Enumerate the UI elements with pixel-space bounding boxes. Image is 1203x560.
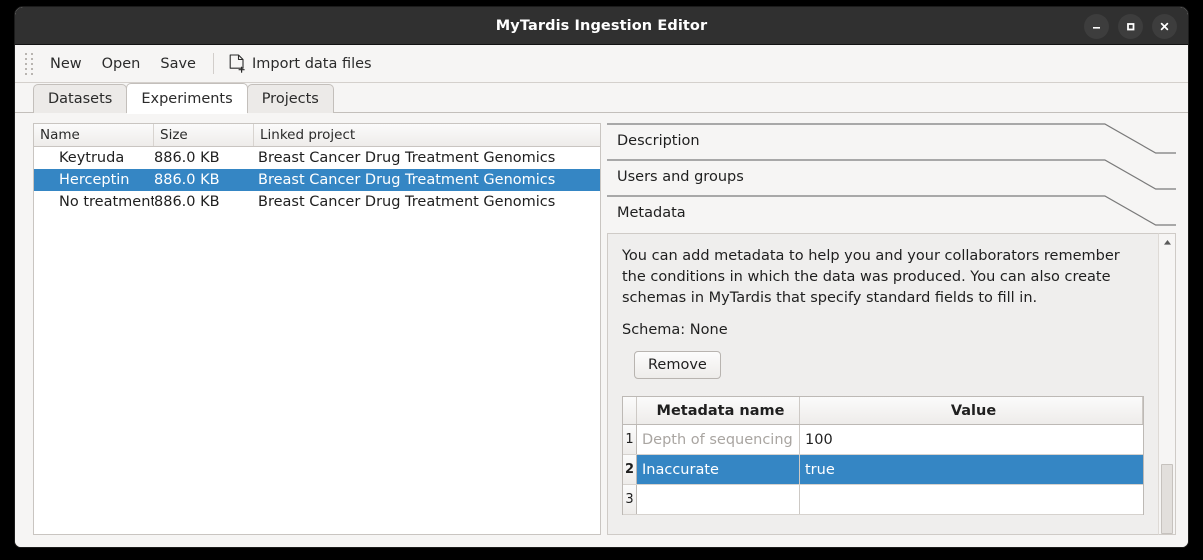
column-header-linked-project[interactable]: Linked project	[254, 124, 600, 146]
cell-size: 886.0 KB	[154, 194, 220, 210]
save-button[interactable]: Save	[150, 52, 206, 76]
metadata-table: Metadata name Value 1 Depth of sequencin…	[622, 396, 1144, 516]
cell-linked-project: Breast Cancer Drug Treatment Genomics	[258, 172, 556, 188]
tab-experiments[interactable]: Experiments	[126, 83, 248, 114]
metadata-name-input[interactable]	[637, 485, 800, 515]
expander-users-and-groups[interactable]: Users and groups	[607, 159, 1176, 195]
cell-name: Keytruda	[59, 150, 125, 166]
expander-description[interactable]: Description	[607, 123, 1176, 159]
title-bar: MyTardis Ingestion Editor	[15, 7, 1188, 45]
metadata-value-input[interactable]	[800, 485, 1143, 514]
scrollbar-thumb[interactable]	[1161, 464, 1173, 534]
toolbar: New Open Save Import data files	[15, 45, 1188, 83]
cell-name: Herceptin	[59, 172, 130, 188]
scrollbar-track[interactable]	[1161, 249, 1173, 534]
application-window: MyTardis Ingestion Editor New Open Save …	[14, 6, 1189, 548]
table-row[interactable]: Keytruda 886.0 KB Breast Cancer Drug Tre…	[34, 147, 600, 169]
metadata-description: You can add metadata to help you and you…	[622, 248, 1120, 307]
expander-label: Description	[617, 133, 700, 149]
new-button[interactable]: New	[40, 52, 92, 76]
metadata-name-input[interactable]: Depth of sequencing	[637, 425, 800, 455]
cell-linked-project: Breast Cancer Drug Treatment Genomics	[258, 150, 556, 166]
column-header-name[interactable]: Name	[34, 124, 154, 146]
import-data-files-button[interactable]: Import data files	[221, 50, 380, 77]
tab-datasets[interactable]: Datasets	[33, 84, 128, 113]
expander-label: Metadata	[617, 205, 686, 221]
row-number-header	[623, 397, 637, 425]
tab-projects[interactable]: Projects	[246, 84, 334, 113]
row-number: 3	[623, 485, 637, 515]
metadata-name-input[interactable]: Inaccurate	[637, 455, 800, 485]
expander-label: Users and groups	[617, 169, 744, 185]
metadata-value-input[interactable]: true	[800, 455, 1143, 484]
table-row[interactable]: No treatment 886.0 KB Breast Cancer Drug…	[34, 191, 600, 213]
scroll-up-arrow-icon[interactable]	[1159, 236, 1175, 249]
cell-size: 886.0 KB	[154, 150, 220, 166]
maximize-icon	[1127, 22, 1135, 30]
metadata-row[interactable]: 3	[623, 485, 1143, 516]
table-header-row: Name Size Linked project	[34, 124, 600, 147]
column-header-size[interactable]: Size	[154, 124, 254, 146]
column-header-metadata-name[interactable]: Metadata name	[637, 397, 800, 425]
close-icon	[1160, 22, 1169, 30]
metadata-value-input[interactable]: 100	[800, 425, 1143, 454]
row-number: 2	[623, 455, 637, 485]
metadata-table-header: Metadata name Value	[623, 397, 1143, 426]
metadata-scrollbar[interactable]	[1158, 233, 1176, 535]
row-number: 1	[623, 425, 637, 455]
expander-rule-icon	[607, 195, 1176, 231]
remove-button[interactable]: Remove	[634, 351, 721, 380]
experiments-table: Name Size Linked project Keytruda 886.0 …	[33, 123, 601, 535]
metadata-content: You can add metadata to help you and you…	[607, 233, 1158, 535]
table-row[interactable]: Herceptin 886.0 KB Breast Cancer Drug Tr…	[34, 169, 600, 191]
toolbar-separator	[212, 53, 214, 74]
metadata-section: You can add metadata to help you and you…	[607, 233, 1176, 535]
column-header-value[interactable]: Value	[800, 397, 1143, 425]
expander-metadata[interactable]: Metadata	[607, 195, 1176, 231]
metadata-schema-label: Schema: None	[622, 322, 728, 339]
main-content: Name Size Linked project Keytruda 886.0 …	[15, 113, 1188, 547]
details-pane: Description Users and groups Metadata Yo…	[601, 123, 1176, 535]
metadata-row[interactable]: 2 Inaccurate true	[623, 455, 1143, 486]
tab-strip: Datasets Experiments Projects	[15, 83, 1188, 114]
open-button[interactable]: Open	[92, 52, 151, 76]
maximize-button[interactable]	[1118, 13, 1143, 39]
import-data-files-label: Import data files	[251, 55, 372, 72]
cell-linked-project: Breast Cancer Drug Treatment Genomics	[258, 194, 556, 210]
minimize-icon	[1093, 26, 1100, 29]
cell-size: 886.0 KB	[154, 172, 220, 188]
drag-handle-icon[interactable]	[24, 52, 34, 75]
triangle-up-icon	[1163, 240, 1171, 245]
table-body: Keytruda 886.0 KB Breast Cancer Drug Tre…	[34, 147, 600, 534]
window-controls	[1084, 7, 1177, 45]
close-button[interactable]	[1152, 13, 1177, 39]
window-title: MyTardis Ingestion Editor	[495, 17, 708, 34]
document-add-icon	[229, 54, 245, 73]
minimize-button[interactable]	[1084, 13, 1109, 39]
metadata-row[interactable]: 1 Depth of sequencing 100	[623, 425, 1143, 456]
cell-name: No treatment	[59, 194, 154, 210]
